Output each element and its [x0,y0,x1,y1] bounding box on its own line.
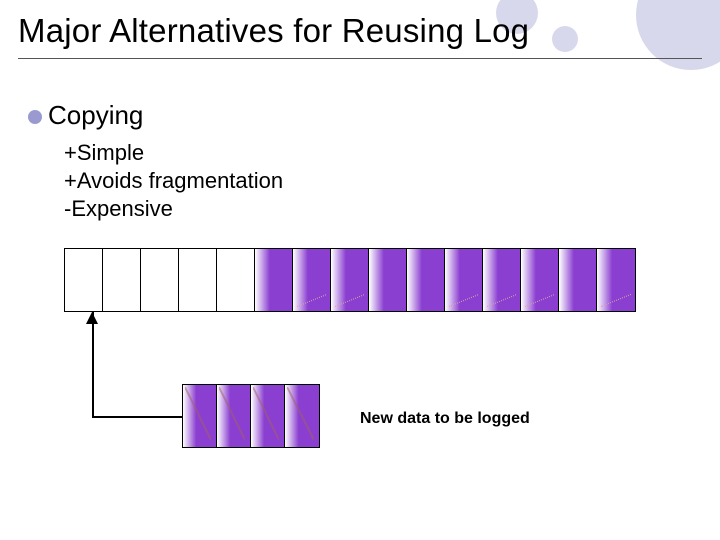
log-cell-used [293,249,331,311]
section-heading: Copying [48,100,143,131]
bullet-icon [28,110,42,124]
decor-circle [636,0,720,70]
log-cell-used [445,249,483,311]
new-data-cell [251,385,285,447]
log-cell-full [559,249,597,311]
slide-title: Major Alternatives for Reusing Log [18,12,529,50]
point-line: -Expensive [64,196,173,222]
log-cell-full [369,249,407,311]
log-cell-empty [141,249,179,311]
arrow-segment [92,416,182,418]
log-cell-used [483,249,521,311]
arrow-segment [92,312,94,416]
new-data-cell [217,385,251,447]
point-line: +Avoids fragmentation [64,168,283,194]
log-cell-empty [217,249,255,311]
new-data-cell [183,385,217,447]
log-cell-empty [179,249,217,311]
log-cell-used [331,249,369,311]
arrow-head-icon [86,312,98,324]
diagram-caption: New data to be logged [360,410,530,428]
log-cell-used [521,249,559,311]
decor-circle [552,26,578,52]
new-data-blocks [182,384,320,448]
log-cell-full [407,249,445,311]
log-cell-empty [103,249,141,311]
log-cell-empty [65,249,103,311]
point-line: +Simple [64,140,144,166]
title-divider [18,58,702,59]
new-data-cell [285,385,319,447]
log-cell-used [597,249,635,311]
log-cell-full [255,249,293,311]
log-strip [64,248,636,312]
